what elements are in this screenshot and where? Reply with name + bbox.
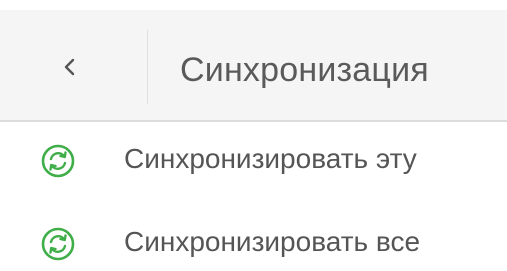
menu-item-label: Синхронизировать все [124,226,421,257]
header-divider [147,30,148,104]
menu-header: Синхронизация [0,10,507,120]
sync-icon [41,144,75,178]
menu-item-label: Синхронизировать эту [124,143,417,174]
back-button[interactable] [40,27,100,107]
header-separator [0,120,507,122]
sync-menu-panel: Синхронизация Синхронизировать эту Синхр… [0,0,507,271]
menu-item-sync-all[interactable]: Синхронизировать все [0,208,507,271]
menu-item-sync-this[interactable]: Синхронизировать эту [0,125,507,195]
menu-title: Синхронизация [180,51,429,89]
sync-icon [41,227,75,261]
chevron-left-icon [64,58,75,76]
